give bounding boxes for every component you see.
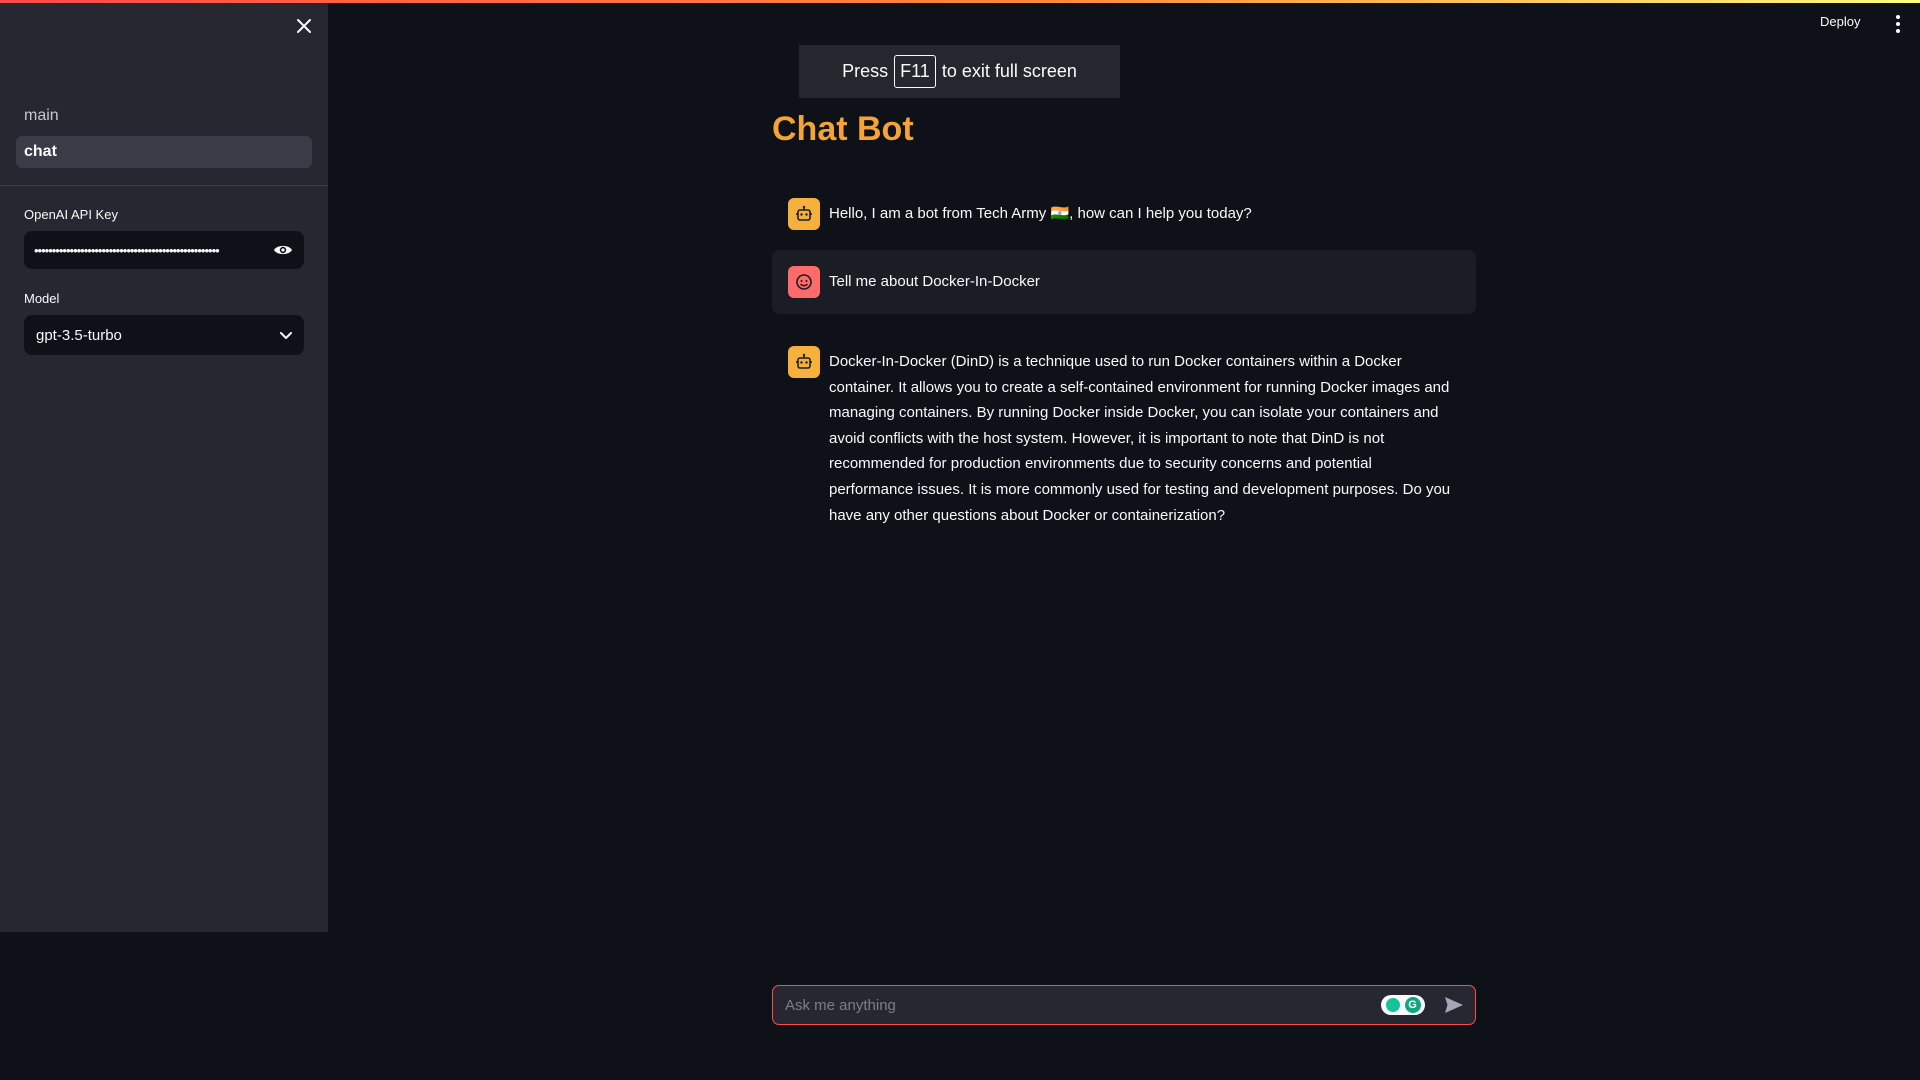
deploy-button[interactable]: Deploy [1820,14,1860,29]
chevron-down-icon [280,327,292,344]
nav-item-main[interactable]: main [16,100,312,132]
api-key-value[interactable]: ••••••••••••••••••••••••••••••••••••••••… [34,243,264,258]
f11-key: F11 [894,55,936,88]
fullscreen-notice-prefix: Press [842,61,889,81]
close-icon[interactable] [292,14,316,38]
chat-input-container: G [772,985,1476,1025]
api-key-label: OpenAI API Key [24,207,118,222]
model-label: Model [24,291,60,306]
user-face-icon [788,266,820,298]
lightbulb-icon [1385,998,1400,1012]
model-selected-value: gpt-3.5-turbo [36,326,122,344]
model-select[interactable]: gpt-3.5-turbo [24,315,304,355]
sidebar: main chat OpenAI API Key •••••••••••••••… [0,0,328,932]
nav-item-chat[interactable]: chat [16,136,312,168]
grammarly-g-icon: G [1404,997,1421,1013]
chat-message-assistant: Docker-In-Docker (DinD) is a technique u… [772,330,1476,544]
fullscreen-notice: Press F11 to exit full screen [799,45,1120,98]
message-text: Tell me about Docker-In-Docker [829,273,1040,290]
api-key-field[interactable]: ••••••••••••••••••••••••••••••••••••••••… [24,231,304,269]
page-nav: main chat [16,100,312,172]
chat-input[interactable] [783,995,1381,1015]
chat-message-user: Tell me about Docker-In-Docker [772,250,1476,314]
sidebar-divider [0,185,328,186]
top-decoration-bar [0,0,1920,3]
kebab-menu-icon[interactable] [1890,12,1906,36]
fullscreen-notice-suffix: to exit full screen [941,61,1077,81]
grammarly-icon[interactable]: G [1381,995,1425,1015]
message-text: Docker-In-Docker (DinD) is a technique u… [829,353,1451,524]
message-text: Hello, I am a bot from Tech Army 🇮🇳, how… [829,205,1252,222]
page-title: Chat Bot [772,110,914,148]
send-icon[interactable] [1443,994,1465,1016]
chat-message-assistant: Hello, I am a bot from Tech Army 🇮🇳, how… [772,182,1476,246]
bot-icon [788,198,820,230]
bot-icon [788,346,820,378]
eye-icon[interactable] [272,239,294,261]
